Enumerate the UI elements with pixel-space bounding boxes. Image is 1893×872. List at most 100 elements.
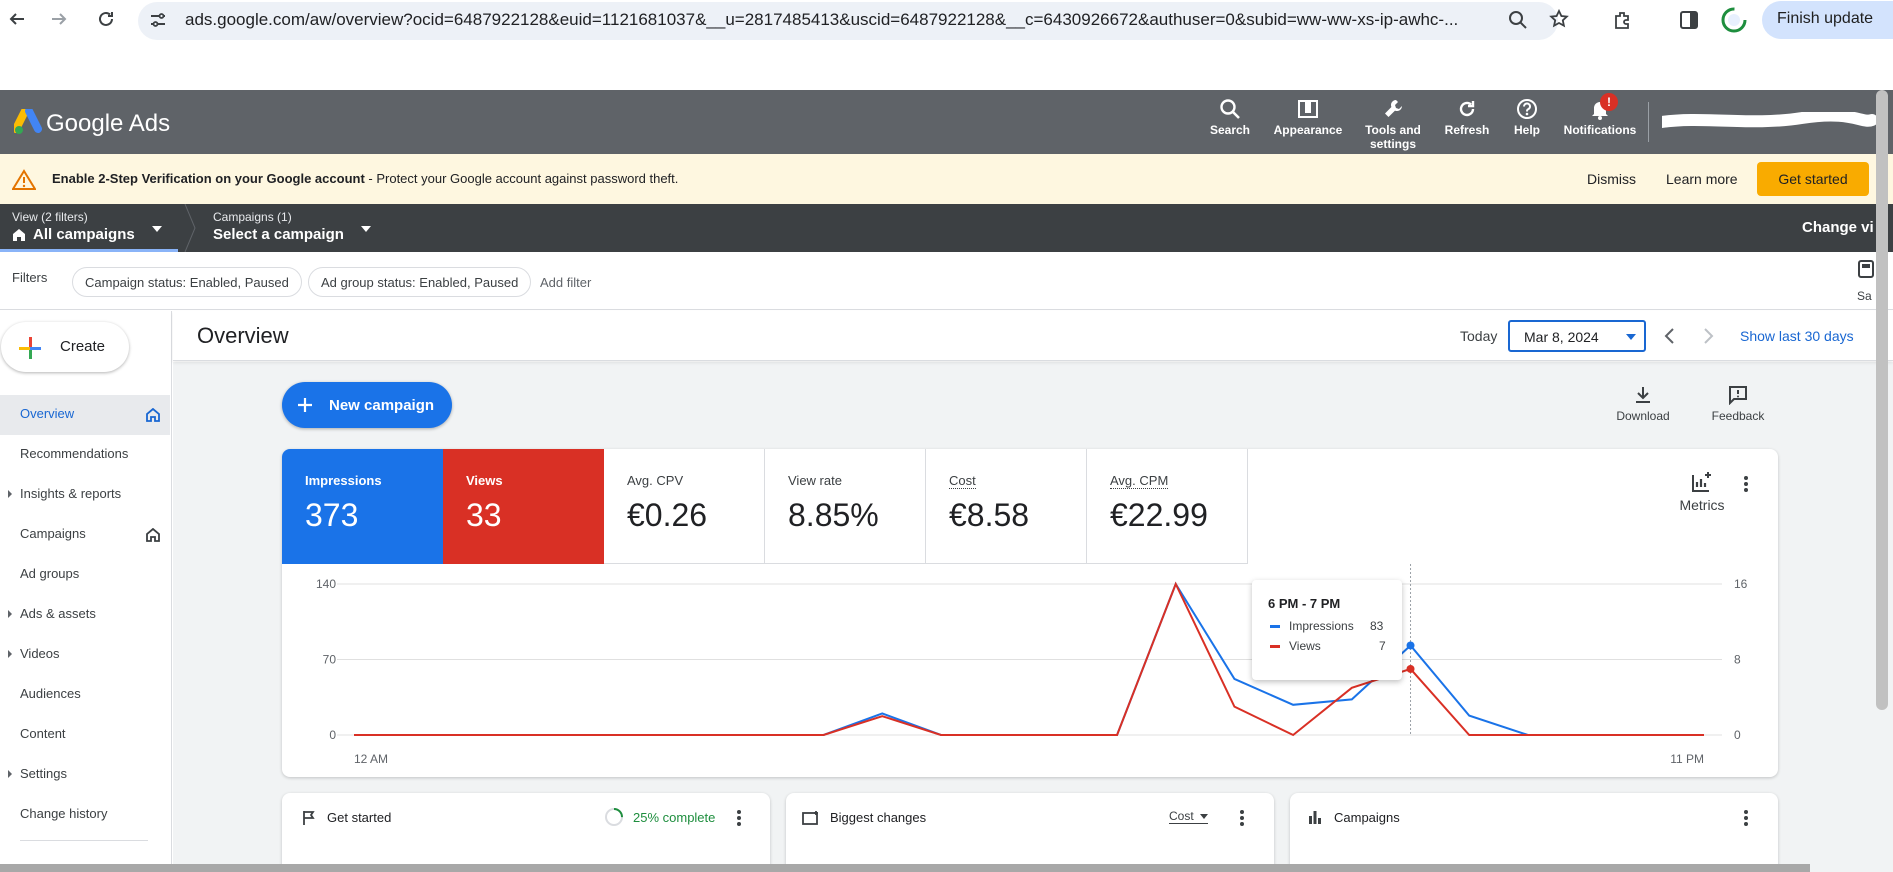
metric-value: 8.85% [788, 497, 879, 533]
notification-badge: ! [1600, 93, 1618, 111]
learn-more-link[interactable]: Learn more [1666, 171, 1738, 187]
header-search-button[interactable]: Search [1200, 98, 1260, 137]
feedback-button[interactable]: Feedback [1706, 385, 1770, 423]
sidebar-item-insights[interactable]: Insights & reports [0, 475, 170, 515]
finish-update-button[interactable]: Finish update [1762, 1, 1893, 39]
back-icon[interactable] [2, 4, 32, 34]
previous-date-icon[interactable] [1663, 327, 1675, 345]
zoom-icon[interactable] [1508, 10, 1528, 30]
expand-arrow-icon [8, 650, 12, 658]
today-label: Today [1460, 328, 1498, 344]
more-vert-icon[interactable] [736, 809, 742, 827]
metrics-button[interactable]: Metrics [1672, 471, 1732, 513]
side-panel-icon[interactable] [1679, 10, 1699, 30]
view-selector[interactable]: View (2 filters) All campaigns [12, 210, 172, 243]
wrench-icon [1385, 99, 1402, 117]
get-started-button[interactable]: Get started [1757, 162, 1869, 196]
metric-label: Avg. CPV [627, 473, 684, 488]
tooltip-title: 6 PM - 7 PM [1268, 596, 1341, 611]
biggest-changes-card[interactable]: Biggest changes Cost [786, 793, 1274, 872]
horizontal-scrollbar[interactable] [0, 864, 1810, 872]
filter-bar: Filters Campaign status: Enabled, Paused… [0, 252, 1893, 310]
cost-dropdown[interactable]: Cost [1169, 809, 1208, 824]
metric-tile-avg-cpv[interactable]: Avg. CPV €0.26 [604, 449, 765, 564]
dismiss-button[interactable]: Dismiss [1587, 171, 1636, 187]
sidebar-item-audiences[interactable]: Audiences [0, 675, 170, 715]
views-swatch [1270, 645, 1280, 648]
campaigns-count-label: Campaigns (1) [213, 210, 292, 224]
more-vert-icon[interactable] [1743, 809, 1749, 827]
metric-tile-cost[interactable]: Cost €8.58 [926, 449, 1087, 564]
save-filter-label: Sa [1857, 289, 1872, 303]
bookmark-star-icon[interactable] [1549, 9, 1569, 29]
sidebar-item-videos[interactable]: Videos [0, 635, 170, 675]
sidebar-item-overview[interactable]: Overview [0, 395, 170, 435]
sidebar-item-label: Change history [20, 806, 108, 821]
chevron-down-icon [1626, 334, 1636, 340]
create-button[interactable]: Create [1, 322, 129, 372]
download-button[interactable]: Download [1612, 385, 1674, 423]
filter-chip-campaign-status[interactable]: Campaign status: Enabled, Paused [72, 267, 302, 297]
x-tick-label: 11 PM [1670, 752, 1704, 766]
y-right-tick-label: 8 [1734, 653, 1741, 667]
next-date-icon[interactable] [1703, 327, 1715, 345]
sidebar-item-ads-assets[interactable]: Ads & assets [0, 595, 170, 635]
date-picker[interactable]: Mar 8, 2024 [1508, 320, 1646, 352]
reload-icon[interactable] [91, 4, 121, 34]
plus-colored-icon [19, 337, 41, 359]
help-icon [1517, 99, 1537, 119]
filter-chip-adgroup-status[interactable]: Ad group status: Enabled, Paused [308, 267, 532, 297]
sidebar-item-label: Insights & reports [20, 486, 122, 501]
header-tools-button[interactable]: Tools and settings [1352, 98, 1434, 151]
tooltip-impressions-name: Impressions [1289, 619, 1354, 633]
campaigns-card[interactable]: Campaigns [1290, 793, 1778, 872]
y-left-tick-label: 0 [329, 728, 336, 742]
campaigns-card-title: Campaigns [1334, 810, 1400, 825]
url-text[interactable]: ads.google.com/aw/overview?ocid=64879221… [185, 10, 1500, 30]
campaign-change-icon [802, 811, 818, 825]
breadcrumb-separator-icon [184, 204, 196, 252]
view-selected-label: All campaigns [33, 226, 135, 243]
metric-value: €0.26 [627, 497, 708, 533]
new-campaign-button[interactable]: New campaign [282, 382, 452, 428]
change-view-button[interactable]: Change vi [1802, 219, 1874, 236]
header-tools-label: Tools and settings [1365, 123, 1421, 151]
metric-tile-impressions[interactable]: Impressions 373 [282, 449, 443, 564]
impressions-swatch [1270, 625, 1280, 628]
tooltip-views-value: 7 [1379, 639, 1386, 653]
save-filter-icon[interactable] [1858, 260, 1874, 278]
header-refresh-button[interactable]: Refresh [1438, 98, 1496, 137]
header-appearance-button[interactable]: Appearance [1268, 98, 1348, 137]
y-right-tick-label: 0 [1734, 728, 1741, 742]
filters-label: Filters [12, 270, 48, 285]
sidebar-item-content[interactable]: Content [0, 715, 170, 755]
metric-label: Cost [949, 473, 976, 489]
extensions-icon[interactable] [1612, 9, 1634, 31]
sidebar-item-ad-groups[interactable]: Ad groups [0, 555, 170, 595]
metrics-label: Metrics [1679, 497, 1725, 513]
add-filter-button[interactable]: Add filter [540, 275, 591, 290]
sidebar-item-recommendations[interactable]: Recommendations [0, 435, 170, 475]
forward-icon[interactable] [44, 4, 74, 34]
performance-chart[interactable]: 0 70 140 0 8 16 12 AM 11 PM [282, 564, 1778, 777]
show-last-30-days-link[interactable]: Show last 30 days [1740, 328, 1854, 344]
more-vert-icon[interactable] [1743, 475, 1749, 493]
sidebar-item-change-history[interactable]: Change history [0, 795, 170, 835]
plus-icon [298, 398, 312, 412]
profile-avatar[interactable] [1721, 7, 1747, 33]
site-settings-icon[interactable] [149, 11, 167, 29]
header-notifications-label: Notifications [1563, 123, 1637, 137]
sidebar-item-settings[interactable]: Settings [0, 755, 170, 795]
campaign-selector[interactable]: Campaigns (1) Select a campaign [213, 210, 373, 243]
more-vert-icon[interactable] [1239, 809, 1245, 827]
account-redacted[interactable] [1662, 112, 1882, 132]
metric-tile-views[interactable]: Views 33 [443, 449, 604, 564]
get-started-card[interactable]: Get started 25% complete [282, 793, 770, 872]
header-help-button[interactable]: Help [1502, 98, 1552, 137]
metric-tile-view-rate[interactable]: View rate 8.85% [765, 449, 926, 564]
vertical-scrollbar[interactable] [1876, 90, 1888, 710]
sidebar-item-campaigns[interactable]: Campaigns [0, 515, 170, 555]
progress-ring-icon [605, 808, 623, 826]
sidebar-item-label: Videos [20, 646, 60, 661]
metric-tile-avg-cpm[interactable]: Avg. CPM €22.99 [1087, 449, 1248, 564]
